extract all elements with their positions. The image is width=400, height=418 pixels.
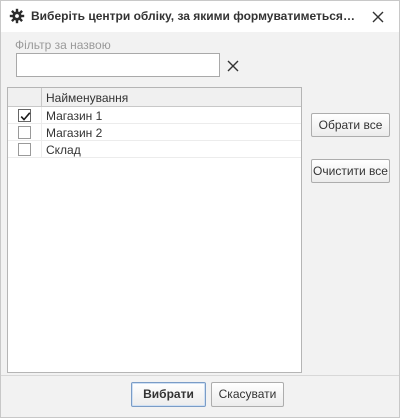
header-check-column [8,88,42,106]
check-cell [8,107,42,124]
row-name: Склад [46,143,81,157]
clear-all-button[interactable]: Очистити все [311,159,390,183]
check-cell [8,141,42,158]
select-all-button[interactable]: Обрати все [311,113,390,137]
list-row[interactable]: Магазин 1 [8,107,301,124]
select-accounting-centers-dialog: Виберіть центри обліку, за якими формува… [0,0,400,418]
list-rows: Магазин 1 Магазин 2 Склад [8,107,301,158]
dialog-title: Виберіть центри обліку, за якими формува… [31,9,357,23]
gear-icon [9,8,25,24]
choose-button[interactable]: Вибрати [131,382,206,407]
row-checkbox[interactable] [18,143,31,156]
cancel-button[interactable]: Скасувати [211,382,284,407]
row-checkbox[interactable] [18,126,31,139]
filter-label: Фільтр за назвою [15,38,111,52]
list-row[interactable]: Магазин 2 [8,124,301,141]
close-icon[interactable] [367,6,389,28]
list-row[interactable]: Склад [8,141,301,158]
footer-divider [1,375,399,376]
accounting-centers-list: Найменування Магазин 1 Магазин 2 Склад [7,87,302,373]
row-name: Магазин 1 [46,109,103,123]
check-cell [8,124,42,141]
filter-input[interactable] [16,53,220,77]
clear-filter-icon[interactable] [225,58,241,74]
title-bar: Виберіть центри обліку, за якими формува… [1,1,399,32]
row-checkbox-checked[interactable] [18,109,31,122]
row-name: Магазин 2 [46,126,103,140]
list-header: Найменування [8,88,301,107]
column-header-name: Найменування [46,91,129,105]
